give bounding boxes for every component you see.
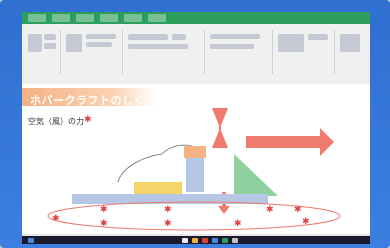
ribbon-group-paragraph [206, 30, 273, 74]
air-star: ✱ [294, 205, 302, 215]
taskbar-app-icon[interactable] [202, 238, 208, 243]
mast [186, 158, 204, 192]
taskbar-app-icon[interactable] [232, 238, 238, 243]
ribbon-button[interactable] [86, 42, 112, 47]
shapes-button[interactable] [278, 34, 304, 52]
ribbon-tab[interactable] [100, 14, 118, 22]
ribbon-tab[interactable] [28, 14, 46, 22]
green-sail [234, 154, 278, 196]
air-star: ✱ [266, 205, 274, 215]
ribbon-button[interactable] [210, 44, 254, 49]
ribbon-button[interactable] [86, 34, 116, 39]
air-star: ✱ [100, 205, 108, 215]
thrust-arrow-icon [246, 128, 334, 156]
taskbar-app-icon[interactable] [212, 238, 218, 243]
taskbar-app-icon[interactable] [222, 238, 228, 243]
taskbar-app-icon[interactable] [182, 238, 188, 243]
font-select[interactable] [128, 34, 168, 40]
ribbon-group-slides [62, 30, 123, 74]
ribbon-group-clipboard [24, 30, 61, 74]
ribbon-group-drawing [274, 30, 335, 74]
air-star: ✱ [164, 205, 172, 215]
air-star: ✱ [100, 219, 108, 229]
fan-icon [212, 108, 228, 148]
ribbon-tab[interactable] [124, 14, 142, 22]
projection-background: ホバークラフトのしくみ 空気（風）の力 ✱ ✱ ✱ ✱ ✱ ✱ ✱ ✱ ✱ ✱ [0, 0, 390, 248]
presentation-window: ホバークラフトのしくみ 空気（風）の力 ✱ ✱ ✱ ✱ ✱ ✱ ✱ ✱ ✱ ✱ [22, 12, 370, 244]
ribbon-tab[interactable] [76, 14, 94, 22]
font-size-select[interactable] [172, 34, 186, 40]
ribbon-group-editing [336, 30, 368, 74]
ribbon-button[interactable] [308, 34, 328, 40]
editing-button[interactable] [340, 34, 360, 52]
ribbon-tab[interactable] [52, 14, 70, 22]
ribbon-tab-bar [22, 12, 370, 24]
air-star: ✱ [164, 219, 172, 229]
ribbon-button[interactable] [44, 34, 56, 40]
start-icon[interactable] [28, 238, 34, 243]
ribbon-button[interactable] [44, 43, 56, 49]
paste-button[interactable] [28, 34, 42, 52]
ribbon-toolbar [22, 24, 370, 85]
hovercraft-diagram: ✱ ✱ ✱ ✱ ✱ ✱ ✱ ✱ ✱ [47, 108, 341, 231]
new-slide-button[interactable] [66, 34, 82, 52]
air-star: ✱ [302, 217, 310, 227]
air-star: ✱ [234, 219, 242, 229]
air-star: ✱ [52, 214, 60, 224]
slide-canvas: ホバークラフトのしくみ 空気（風）の力 ✱ ✱ ✱ ✱ ✱ ✱ ✱ ✱ ✱ ✱ [22, 84, 370, 234]
engine-block [184, 146, 206, 158]
taskbar-app-icon[interactable] [192, 238, 198, 243]
ribbon-button[interactable] [210, 34, 260, 39]
ribbon-tab[interactable] [148, 14, 166, 22]
ribbon-group-font [124, 30, 205, 74]
cabin-block [134, 182, 182, 194]
ribbon-button[interactable] [128, 44, 188, 49]
